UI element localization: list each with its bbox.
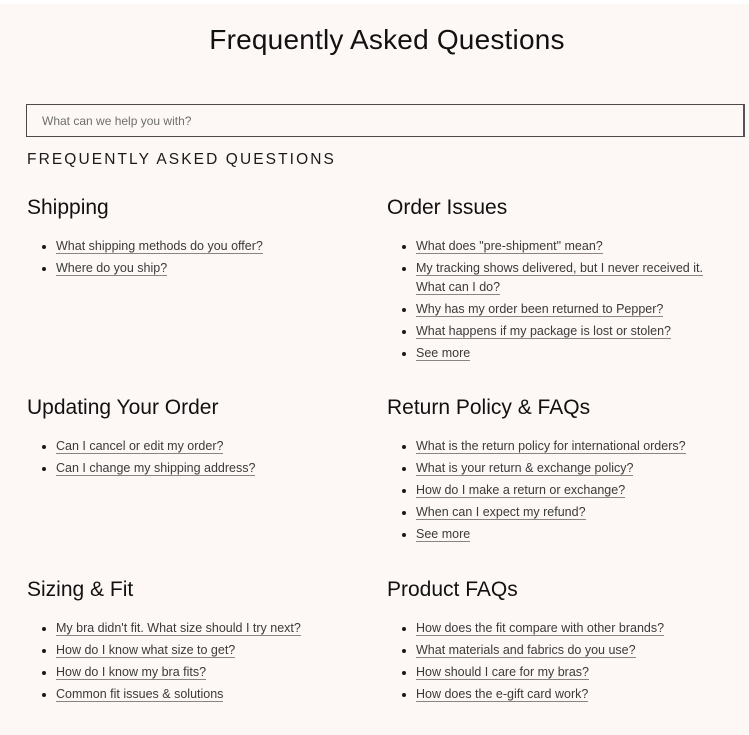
category-title: Shipping	[27, 196, 109, 219]
bullet-icon	[42, 245, 46, 249]
faq-link[interactable]: Common fit issues & solutions	[56, 687, 224, 702]
top-edge	[0, 0, 749, 4]
category-shipping: Shipping What shipping methods do you of…	[27, 195, 377, 276]
bullet-icon	[402, 467, 406, 471]
list-item: Why has my order been returned to Pepper…	[387, 300, 717, 319]
bullet-icon	[402, 671, 406, 675]
see-more-link[interactable]: See more	[416, 527, 471, 542]
bullet-icon	[42, 467, 46, 471]
faq-link[interactable]: Can I change my shipping address?	[56, 461, 256, 476]
list-item: How do I know what size to get?	[27, 641, 301, 660]
page-title: Frequently Asked Questions	[209, 24, 565, 55]
faq-link[interactable]: Where do you ship?	[56, 261, 168, 276]
list-item: What shipping methods do you offer?	[27, 237, 263, 256]
question-list: What does "pre-shipment" mean? My tracki…	[387, 237, 717, 366]
list-item: What happens if my package is lost or st…	[387, 322, 717, 341]
faq-link[interactable]: My tracking shows delivered, but I never…	[416, 261, 703, 295]
faq-link[interactable]: How do I know what size to get?	[56, 643, 236, 658]
category-title: Sizing & Fit	[27, 578, 134, 601]
list-item: How do I make a return or exchange?	[387, 481, 686, 500]
faq-section-heading: FREQUENTLY ASKED QUESTIONS	[27, 151, 336, 168]
faq-link[interactable]: What happens if my package is lost or st…	[416, 324, 671, 339]
category-updating-your-order: Updating Your Order Can I cancel or edit…	[27, 395, 377, 476]
faq-link[interactable]: How do I know my bra fits?	[56, 665, 207, 680]
list-item: See more	[387, 525, 686, 544]
faq-link[interactable]: What is your return & exchange policy?	[416, 461, 634, 476]
bullet-icon	[402, 649, 406, 653]
bullet-icon	[402, 352, 406, 356]
faq-link[interactable]: What is the return policy for internatio…	[416, 439, 686, 454]
faq-link[interactable]: Can I cancel or edit my order?	[56, 439, 224, 454]
question-list: My bra didn't fit. What size should I tr…	[27, 619, 301, 707]
list-item: Where do you ship?	[27, 259, 263, 278]
category-title: Order Issues	[387, 196, 508, 219]
list-item: How does the e-gift card work?	[387, 685, 664, 704]
bullet-icon	[402, 511, 406, 515]
question-list: How does the fit compare with other bran…	[387, 619, 665, 707]
bullet-icon	[402, 693, 406, 697]
bullet-icon	[42, 649, 46, 653]
faq-search-input[interactable]	[26, 104, 745, 137]
list-item: What is your return & exchange policy?	[387, 459, 686, 478]
list-item: What does "pre-shipment" mean?	[387, 237, 717, 256]
faq-link[interactable]: How should I care for my bras?	[416, 665, 589, 680]
list-item: What is the return policy for internatio…	[387, 437, 686, 456]
list-item: My bra didn't fit. What size should I tr…	[27, 619, 301, 638]
faq-link[interactable]: How do I make a return or exchange?	[416, 483, 626, 498]
list-item: How do I know my bra fits?	[27, 663, 301, 682]
category-product-faqs: Product FAQs How does the fit compare wi…	[387, 577, 737, 702]
question-list: What shipping methods do you offer? Wher…	[27, 237, 263, 281]
faq-link[interactable]: How does the fit compare with other bran…	[416, 621, 665, 636]
faq-link[interactable]: My bra didn't fit. What size should I tr…	[56, 621, 301, 636]
bullet-icon	[42, 627, 46, 631]
faq-link[interactable]: What materials and fabrics do you use?	[416, 643, 636, 658]
bullet-icon	[402, 245, 406, 249]
bullet-icon	[42, 445, 46, 449]
list-item: How does the fit compare with other bran…	[387, 619, 665, 638]
bullet-icon	[402, 533, 406, 537]
bullet-icon	[402, 267, 406, 271]
list-item: My tracking shows delivered, but I never…	[387, 259, 726, 297]
faq-link[interactable]: Why has my order been returned to Pepper…	[416, 302, 664, 317]
category-order-issues: Order Issues What does "pre-shipment" me…	[387, 195, 737, 361]
faq-link[interactable]: How does the e-gift card work?	[416, 687, 589, 702]
list-item: Can I change my shipping address?	[27, 459, 256, 478]
faq-link[interactable]: When can I expect my refund?	[416, 505, 586, 520]
bullet-icon	[402, 489, 406, 493]
category-title: Updating Your Order	[27, 396, 219, 419]
question-list: What is the return policy for internatio…	[387, 437, 686, 547]
bullet-icon	[42, 671, 46, 675]
see-more-link[interactable]: See more	[416, 346, 471, 361]
bullet-icon	[42, 693, 46, 697]
category-title: Product FAQs	[387, 578, 518, 601]
bullet-icon	[402, 330, 406, 334]
category-sizing-fit: Sizing & Fit My bra didn't fit. What siz…	[27, 577, 377, 702]
list-item: How should I care for my bras?	[387, 663, 664, 682]
faq-link[interactable]: What shipping methods do you offer?	[56, 239, 263, 254]
category-return-policy: Return Policy & FAQs What is the return …	[387, 395, 737, 542]
bullet-icon	[402, 445, 406, 449]
list-item: When can I expect my refund?	[387, 503, 686, 522]
list-item: See more	[387, 344, 717, 363]
faq-link[interactable]: What does "pre-shipment" mean?	[416, 239, 603, 254]
list-item: What materials and fabrics do you use?	[387, 641, 664, 660]
category-title: Return Policy & FAQs	[387, 396, 591, 419]
list-item: Common fit issues & solutions	[27, 685, 301, 704]
list-item: Can I cancel or edit my order?	[27, 437, 255, 456]
bullet-icon	[42, 267, 46, 271]
bullet-icon	[402, 308, 406, 312]
question-list: Can I cancel or edit my order? Can I cha…	[27, 437, 256, 481]
bullet-icon	[402, 627, 406, 631]
